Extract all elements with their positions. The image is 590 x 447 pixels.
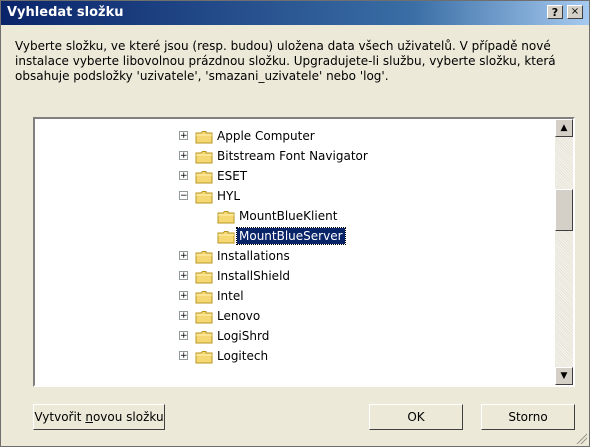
tree-item-label: HYL <box>217 189 241 203</box>
folder-tree[interactable]: + Apple Computer + Bitstream Font Navigator… <box>33 117 575 387</box>
dialog-title: Vyhledat složku <box>7 5 124 20</box>
folder-icon <box>195 151 213 164</box>
scroll-down-button[interactable]: ▼ <box>555 367 573 385</box>
tree-item[interactable]: + Intel <box>35 287 555 307</box>
expand-plus-icon[interactable]: + <box>179 351 188 361</box>
collapse-minus-icon[interactable]: − <box>179 191 188 201</box>
expand-plus-icon[interactable]: + <box>179 331 188 341</box>
tree-item[interactable]: + Installations <box>35 247 555 267</box>
tree-item-label: Intel <box>217 289 244 303</box>
folder-icon <box>195 131 213 144</box>
tree-item-label: Logitech <box>217 349 269 363</box>
folder-open-icon <box>217 231 235 244</box>
expand-plus-icon[interactable]: + <box>179 291 188 301</box>
tree-item[interactable]: + InstallShield <box>35 267 555 287</box>
title-bar[interactable]: Vyhledat složku ? × <box>1 1 589 25</box>
help-button[interactable]: ? <box>547 5 563 19</box>
expand-plus-icon[interactable]: + <box>179 251 188 261</box>
ok-button[interactable]: OK <box>369 404 463 430</box>
scroll-thumb[interactable] <box>555 189 573 231</box>
close-button[interactable]: × <box>567 5 583 19</box>
instructions-text: Vyberte složku, ve které jsou (resp. bud… <box>15 39 556 83</box>
folder-icon <box>195 331 213 344</box>
expand-plus-icon[interactable]: + <box>179 171 188 181</box>
folder-icon <box>195 351 213 364</box>
new-folder-button-label: Vytvořit novou složku <box>34 410 164 424</box>
folder-icon <box>195 171 213 184</box>
scroll-up-button[interactable]: ▲ <box>555 119 573 137</box>
folder-icon <box>195 271 213 284</box>
tree-item[interactable]: + Lenovo <box>35 307 555 327</box>
tree-item-label: Bitstream Font Navigator <box>217 149 368 163</box>
browse-folder-dialog: Vyhledat složku ? × Vyberte složku, ve k… <box>0 0 590 447</box>
tree-item[interactable]: + Bitstream Font Navigator <box>35 147 555 167</box>
tree-item[interactable]: MountBlueKlient <box>35 207 555 227</box>
folder-icon <box>217 211 235 224</box>
tree-item-label: ESET <box>217 169 248 183</box>
tree-item-label: Apple Computer <box>217 129 315 143</box>
folder-tree-list: + Apple Computer + Bitstream Font Navigator… <box>35 119 559 385</box>
expand-plus-icon[interactable]: + <box>179 151 188 161</box>
resize-grip-icon[interactable] <box>575 432 587 444</box>
folder-icon <box>195 191 213 204</box>
folder-icon <box>195 251 213 264</box>
expand-plus-icon[interactable]: + <box>179 311 188 321</box>
tree-item-label: InstallShield <box>217 269 291 283</box>
tree-item-label: Lenovo <box>217 309 261 323</box>
tree-item[interactable]: + Apple Computer <box>35 127 555 147</box>
tree-item-label: MountBlueKlient <box>239 209 338 223</box>
tree-item-label: MountBlueServer <box>236 227 346 245</box>
cancel-button[interactable]: Storno <box>481 404 575 430</box>
vertical-scrollbar[interactable]: ▲ ▼ <box>555 119 573 385</box>
tree-item[interactable]: − HYL <box>35 187 555 207</box>
tree-item[interactable]: + ESET <box>35 167 555 187</box>
tree-item-label: LogiShrd <box>217 329 270 343</box>
tree-item-label: Installations <box>217 249 290 263</box>
new-folder-button[interactable]: Vytvořit novou složku <box>33 404 165 430</box>
expand-plus-icon[interactable]: + <box>179 271 188 281</box>
folder-icon <box>195 311 213 324</box>
expand-plus-icon[interactable]: + <box>179 131 188 141</box>
folder-icon <box>195 291 213 304</box>
tree-item[interactable]: + LogiShrd <box>35 327 555 347</box>
tree-item[interactable]: + Logitech <box>35 347 555 367</box>
tree-item[interactable]: MountBlueServer <box>35 227 555 247</box>
